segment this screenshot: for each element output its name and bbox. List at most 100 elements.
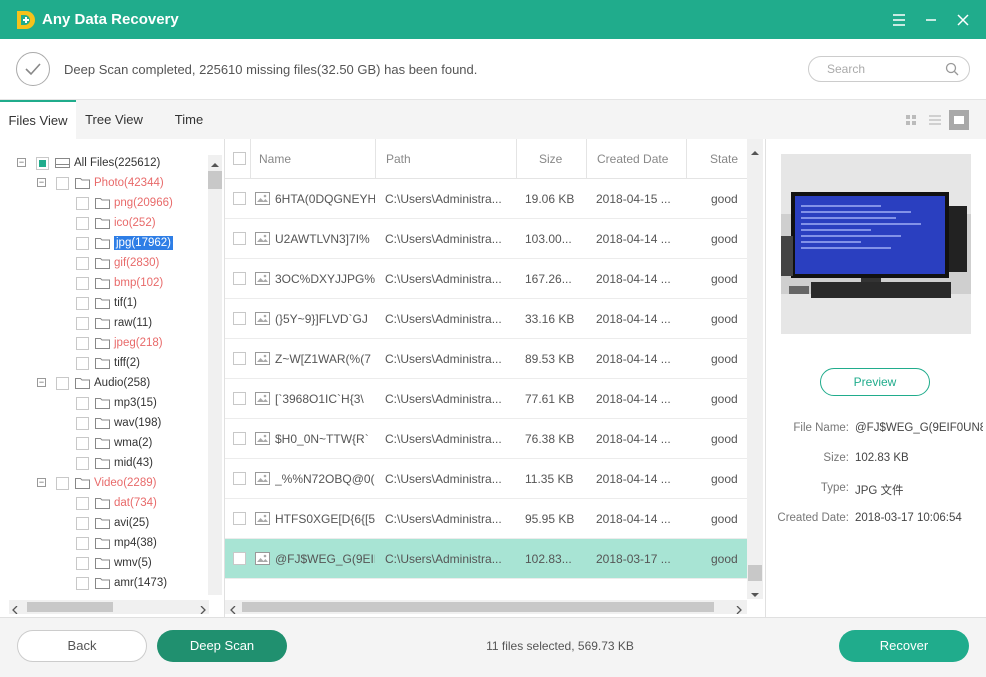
list-hscroll-thumb[interactable] bbox=[242, 602, 714, 612]
table-row[interactable]: 6HTA(0DQGNEYH C:\Users\Administra... 19.06… bbox=[225, 179, 747, 219]
tree-node-mp3[interactable]: mp3(15) bbox=[76, 393, 157, 413]
table-row[interactable]: Z~W[Z1WAR(%(7 C:\Users\Administra... 89.53… bbox=[225, 339, 747, 379]
row-checkbox[interactable] bbox=[233, 352, 246, 365]
tab-files-view[interactable]: Files View bbox=[0, 100, 76, 140]
checkbox[interactable] bbox=[76, 336, 89, 350]
checkbox[interactable] bbox=[76, 236, 89, 250]
tree-node-bmp[interactable]: bmp(102) bbox=[76, 273, 163, 293]
tree-node-mid[interactable]: mid(43) bbox=[76, 453, 153, 473]
minimize-icon[interactable] bbox=[920, 9, 942, 31]
checkbox[interactable] bbox=[36, 156, 49, 170]
tree-node-audio[interactable]: − Audio(258) bbox=[37, 373, 150, 393]
tree-node-video[interactable]: − Video(2289) bbox=[37, 473, 156, 493]
scroll-up-icon[interactable] bbox=[211, 157, 219, 171]
checkbox[interactable] bbox=[56, 476, 69, 490]
checkbox[interactable] bbox=[56, 176, 69, 190]
column-created-date[interactable]: Created Date bbox=[587, 139, 687, 179]
checkbox[interactable] bbox=[76, 456, 89, 470]
scroll-right-icon[interactable] bbox=[736, 603, 742, 617]
tree-vertical-scrollbar[interactable] bbox=[208, 155, 222, 595]
row-checkbox[interactable] bbox=[233, 392, 246, 405]
tree-node-png[interactable]: png(20966) bbox=[76, 193, 173, 213]
column-size[interactable]: Size bbox=[517, 139, 587, 179]
collapse-icon[interactable]: − bbox=[37, 378, 46, 387]
checkbox[interactable] bbox=[76, 556, 89, 570]
tree-node-tif[interactable]: tif(1) bbox=[76, 293, 137, 313]
tree-node-gif[interactable]: gif(2830) bbox=[76, 253, 159, 273]
search-box[interactable] bbox=[808, 56, 970, 82]
checkbox[interactable] bbox=[56, 376, 69, 390]
tree-node-wmv[interactable]: wmv(5) bbox=[76, 553, 152, 573]
checkbox[interactable] bbox=[76, 536, 89, 550]
row-checkbox[interactable] bbox=[233, 552, 246, 565]
tree-node-mp4[interactable]: mp4(38) bbox=[76, 533, 157, 553]
checkbox[interactable] bbox=[76, 516, 89, 530]
list-vscroll-thumb[interactable] bbox=[748, 565, 762, 581]
tree-node-jpeg[interactable]: jpeg(218) bbox=[76, 333, 163, 353]
collapse-icon[interactable]: − bbox=[37, 478, 46, 487]
row-checkbox[interactable] bbox=[233, 312, 246, 325]
tree-node-amr[interactable]: amr(1473) bbox=[76, 573, 167, 593]
scroll-down-icon[interactable] bbox=[751, 587, 759, 601]
deep-scan-button[interactable]: Deep Scan bbox=[157, 630, 287, 662]
table-row[interactable]: (}5Y~9}]FLVD`GJ C:\Users\Administra... 33.… bbox=[225, 299, 747, 339]
table-row[interactable]: [`3968O1IC`H{3\ C:\Users\Administra... 77.… bbox=[225, 379, 747, 419]
detail-view-icon[interactable] bbox=[949, 110, 969, 130]
tree-node-all-files[interactable]: − All Files(225612) bbox=[17, 153, 160, 173]
tree-horizontal-scrollbar[interactable] bbox=[9, 600, 209, 617]
tab-time[interactable]: Time bbox=[160, 100, 218, 140]
tree-hscroll-thumb[interactable] bbox=[27, 602, 113, 612]
tree-node-tiff[interactable]: tiff(2) bbox=[76, 353, 140, 373]
tab-tree-view[interactable]: Tree View bbox=[76, 100, 152, 140]
checkbox[interactable] bbox=[76, 316, 89, 330]
table-row[interactable]: U2AWTLVN3]7I% C:\Users\Administra... 103.0… bbox=[225, 219, 747, 259]
table-row[interactable]: _%%N72OBQ@0(C:\Users\Administra... 11.35 … bbox=[225, 459, 747, 499]
checkbox[interactable] bbox=[76, 296, 89, 310]
row-checkbox[interactable] bbox=[233, 272, 246, 285]
checkbox[interactable] bbox=[76, 256, 89, 270]
checkbox[interactable] bbox=[76, 216, 89, 230]
tree-node-avi[interactable]: avi(25) bbox=[76, 513, 149, 533]
checkbox[interactable] bbox=[76, 196, 89, 210]
tree-node-dat[interactable]: dat(734) bbox=[76, 493, 157, 513]
table-row[interactable]: $H0_0N~TTW{R` C:\Users\Administra... 76.38… bbox=[225, 419, 747, 459]
tree-node-jpg[interactable]: jpg(17962) bbox=[76, 233, 173, 253]
table-row[interactable]: HTFS0XGE[D{6{[5 C:\Users\Administra... 95.… bbox=[225, 499, 747, 539]
row-checkbox[interactable] bbox=[233, 192, 246, 205]
table-row[interactable]: @FJ$WEG_G(9EIF C:\Users\Administra... 102.… bbox=[225, 539, 747, 579]
grid-view-icon[interactable] bbox=[901, 110, 921, 130]
list-view-icon[interactable] bbox=[925, 110, 945, 130]
scroll-up-icon[interactable] bbox=[751, 145, 759, 159]
recover-button[interactable]: Recover bbox=[839, 630, 969, 662]
row-checkbox[interactable] bbox=[233, 512, 246, 525]
tree-vscroll-thumb[interactable] bbox=[208, 171, 222, 189]
column-name[interactable]: Name bbox=[251, 139, 376, 179]
preview-button[interactable]: Preview bbox=[820, 368, 930, 396]
scroll-left-icon[interactable] bbox=[12, 603, 18, 617]
checkbox[interactable] bbox=[76, 576, 89, 590]
checkbox[interactable] bbox=[76, 396, 89, 410]
search-input[interactable] bbox=[827, 62, 937, 76]
menu-icon[interactable] bbox=[888, 9, 910, 31]
checkbox[interactable] bbox=[76, 416, 89, 430]
list-vertical-scrollbar[interactable] bbox=[747, 139, 763, 599]
collapse-icon[interactable]: − bbox=[37, 178, 46, 187]
scroll-right-icon[interactable] bbox=[200, 603, 206, 617]
scroll-left-icon[interactable] bbox=[230, 603, 236, 617]
list-horizontal-scrollbar[interactable] bbox=[225, 600, 747, 617]
checkbox[interactable] bbox=[76, 496, 89, 510]
tree-node-ico[interactable]: ico(252) bbox=[76, 213, 156, 233]
tree-node-wav[interactable]: wav(198) bbox=[76, 413, 161, 433]
table-row[interactable]: 3OC%DXYJJPG%$ C:\Users\Administra... 167.2… bbox=[225, 259, 747, 299]
search-icon[interactable] bbox=[945, 62, 959, 79]
tree-node-photo[interactable]: − Photo(42344) bbox=[37, 173, 164, 193]
collapse-icon[interactable]: − bbox=[17, 158, 26, 167]
checkbox[interactable] bbox=[76, 276, 89, 290]
tree-node-wma[interactable]: wma(2) bbox=[76, 433, 152, 453]
column-path[interactable]: Path bbox=[376, 139, 517, 179]
back-button[interactable]: Back bbox=[17, 630, 147, 662]
row-checkbox[interactable] bbox=[233, 432, 246, 445]
select-all-checkbox[interactable] bbox=[233, 152, 246, 165]
row-checkbox[interactable] bbox=[233, 472, 246, 485]
checkbox[interactable] bbox=[76, 436, 89, 450]
